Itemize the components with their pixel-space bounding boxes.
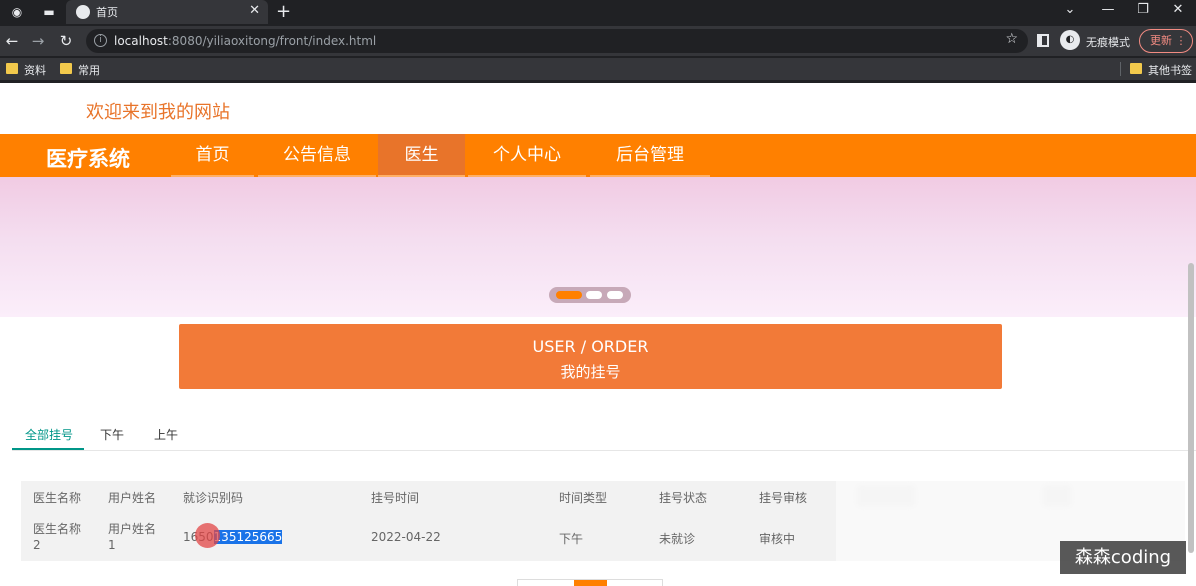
cell-user-line1: 用户姓名 [108,522,157,536]
cell-review: 审核中 [759,532,796,546]
cell-code-selected: 135125665 [213,530,283,544]
header-time-type: 时间类型 [559,491,608,505]
bookmarks-bar: 资料 常用 其他书签 [0,58,1196,80]
bookmark-folder-ziliao[interactable]: 资料 [6,62,46,78]
nav-label: 首页 [195,145,230,165]
order-title-en: USER / ORDER [532,337,649,356]
carousel-dot-3[interactable] [607,291,623,299]
bookmarks-divider [1120,62,1121,76]
welcome-text: 欢迎来到我的网站 [86,102,230,123]
other-bookmarks[interactable]: 其他书签 [1130,62,1192,78]
update-label: 更新 [1150,34,1172,47]
bookmark-label: 常用 [78,64,100,77]
folder-icon [60,63,72,74]
carousel-banner[interactable] [0,177,1196,317]
close-icon[interactable]: ✕ [249,3,260,18]
nav-label: 后台管理 [616,145,684,165]
carousel-dot-2[interactable] [586,291,602,299]
side-panel-icon[interactable] [1037,34,1049,47]
filter-tabs: 全部挂号 下午 上午 [12,421,1196,451]
order-title-zh: 我的挂号 [560,363,621,381]
incognito-icon[interactable]: ◐ [1060,30,1080,50]
url-text[interactable]: localhost:8080/yiliaoxitong/front/index.… [114,34,376,48]
nav-label: 公告信息 [283,145,351,165]
restore-icon[interactable]: ❐ [1133,2,1153,17]
close-window-icon[interactable]: ✕ [1168,2,1188,17]
cell-doctor-line1: 医生名称 [33,522,82,536]
tab-strip: ◉ ▬ 首页 ✕ + ⌄ — ❐ ✕ [0,0,1196,24]
bookmark-star-icon[interactable]: ☆ [1005,31,1018,47]
update-button[interactable]: 更新 ⋮ [1139,29,1193,53]
other-bookmarks-label: 其他书签 [1148,64,1192,77]
header-review: 挂号审核 [759,491,808,505]
active-tab-underline [12,448,84,450]
cell-doctor: 医生名称 2 [33,521,81,553]
pagination [517,579,663,586]
watermark-text: 森森coding [1060,541,1186,574]
cell-user-line2: 1 [108,538,116,552]
minimize-icon[interactable]: — [1098,2,1118,17]
header-time: 挂号时间 [371,491,420,505]
address-bar-row: ← → ↻ i localhost:8080/yiliaoxitong/fron… [0,26,1196,56]
nav-home[interactable]: 首页 [171,134,254,177]
nav-label: 医生 [404,145,439,165]
window-icon[interactable]: ▬ [40,3,58,21]
forward-icon[interactable]: → [28,31,48,51]
cell-time-type: 下午 [559,532,584,546]
page-content: 欢迎来到我的网站 医疗系统 首页 公告信息 医生 个人中心 后台管理 USER … [0,83,1196,586]
header-code: 就诊识别码 [183,491,244,505]
chevron-down-icon[interactable]: ⌄ [1060,2,1080,17]
cell-status: 未就诊 [659,532,696,546]
cell-time: 2022-04-22 [371,530,441,544]
mouse-cursor-indicator [195,523,220,548]
cell-doctor-line2: 2 [33,538,41,552]
tab-title: 首页 [96,6,118,19]
header-doctor: 医生名称 [33,491,82,505]
site-brand[interactable]: 医疗系统 [46,143,130,173]
nav-profile[interactable]: 个人中心 [468,134,586,177]
address-bar[interactable]: i localhost:8080/yiliaoxitong/front/inde… [86,29,1028,53]
globe-icon[interactable]: ◉ [8,3,26,21]
order-section-header: USER / ORDER 我的挂号 [179,324,1002,389]
carousel-dot-1[interactable] [556,291,582,299]
main-nav: 医疗系统 首页 公告信息 医生 个人中心 后台管理 [0,134,1196,177]
new-tab-icon[interactable]: + [276,1,291,22]
pagination-current-page[interactable] [574,580,607,586]
bookmark-folder-changyong[interactable]: 常用 [60,62,100,78]
tab-all[interactable]: 全部挂号 [25,426,73,443]
url-path: :8080/yiliaoxitong/front/index.html [167,34,377,48]
page-scrollbar[interactable] [1188,263,1194,553]
tab-afternoon[interactable]: 下午 [100,426,124,443]
header-status: 挂号状态 [659,491,708,505]
back-icon[interactable]: ← [2,31,22,51]
nav-notices[interactable]: 公告信息 [258,134,376,177]
incognito-label: 无痕模式 [1086,36,1130,49]
info-icon[interactable]: i [94,34,107,47]
url-host: localhost [114,34,168,48]
carousel-indicators [549,287,631,303]
cell-user: 用户姓名 1 [108,521,156,553]
nav-label: 个人中心 [493,145,561,165]
tab-home[interactable]: 首页 ✕ [66,0,268,24]
reload-icon[interactable]: ↻ [56,31,76,51]
folder-icon [6,63,18,74]
browser-chrome: ◉ ▬ 首页 ✕ + ⌄ — ❐ ✕ ← → ↻ i localhost:808… [0,0,1196,83]
bookmark-label: 资料 [24,64,46,77]
nav-admin[interactable]: 后台管理 [590,134,710,177]
favicon-icon [76,5,90,19]
nav-doctor[interactable]: 医生 [378,134,465,177]
tab-morning[interactable]: 上午 [154,426,178,443]
folder-icon [1130,63,1142,74]
header-user: 用户姓名 [108,491,157,505]
